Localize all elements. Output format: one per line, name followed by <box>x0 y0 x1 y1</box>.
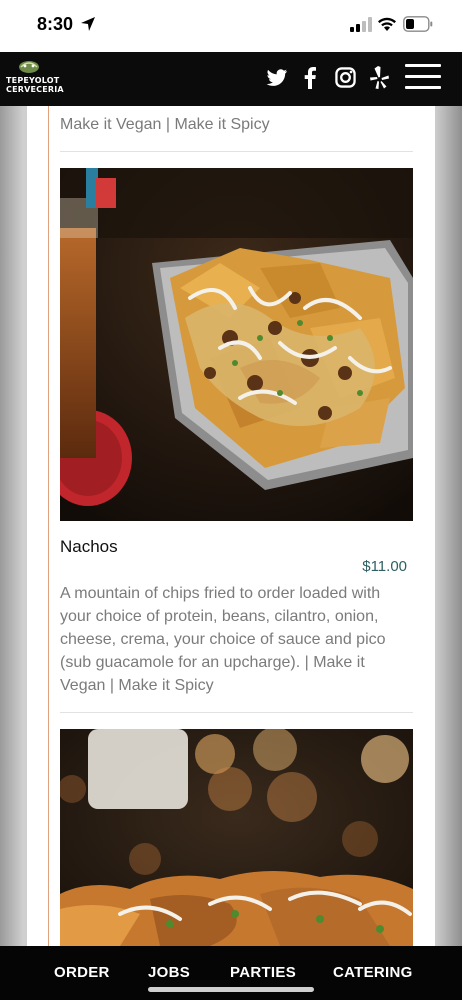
yelp-icon[interactable] <box>370 66 389 89</box>
home-indicator[interactable] <box>148 987 314 992</box>
cellular-signal-icon <box>350 17 372 32</box>
twitter-icon[interactable] <box>266 68 288 88</box>
item-separator <box>60 712 413 713</box>
wifi-icon <box>378 17 396 31</box>
status-bar: 8:30 <box>0 0 462 52</box>
next-item-photo <box>60 729 413 946</box>
bottom-nav: ORDER JOBS PARTIES CATERING <box>0 946 462 1000</box>
menu-item-description: A mountain of chips fried to order loade… <box>60 585 386 694</box>
nav-order-link[interactable]: ORDER <box>54 964 110 981</box>
facebook-icon[interactable] <box>303 67 317 89</box>
item-separator <box>60 151 413 152</box>
brand-logo[interactable]: TEPEYOLOT CERVECERIA <box>6 58 64 100</box>
previous-item-description-tail: Make it Vegan | Make it Spicy <box>60 116 270 133</box>
nachos-photo <box>60 168 413 521</box>
hamburger-bar <box>405 64 441 67</box>
menu-panel[interactable]: Make it Vegan | Make it Spicy Nachos $11… <box>27 106 435 946</box>
hamburger-bar <box>405 86 441 89</box>
hamburger-bar <box>405 75 441 78</box>
site-header: TEPEYOLOT CERVECERIA <box>0 52 462 106</box>
nav-jobs-link[interactable]: JOBS <box>148 964 190 981</box>
menu-item-name: Nachos <box>60 537 118 556</box>
logo-emblem-icon <box>19 61 39 73</box>
status-time: 8:30 <box>37 14 74 34</box>
logo-text-line-2: CERVECERIA <box>6 85 64 94</box>
panel-accent-rule <box>48 106 49 946</box>
nav-catering-link[interactable]: CATERING <box>333 964 413 981</box>
logo-text-line-1: TEPEYOLOT <box>6 76 60 85</box>
nav-parties-link[interactable]: PARTIES <box>230 964 296 981</box>
location-arrow-icon <box>81 17 95 31</box>
hamburger-menu-button[interactable] <box>405 64 441 94</box>
battery-icon <box>403 16 433 32</box>
instagram-icon[interactable] <box>335 67 356 88</box>
menu-item-price: $11.00 <box>362 558 407 575</box>
